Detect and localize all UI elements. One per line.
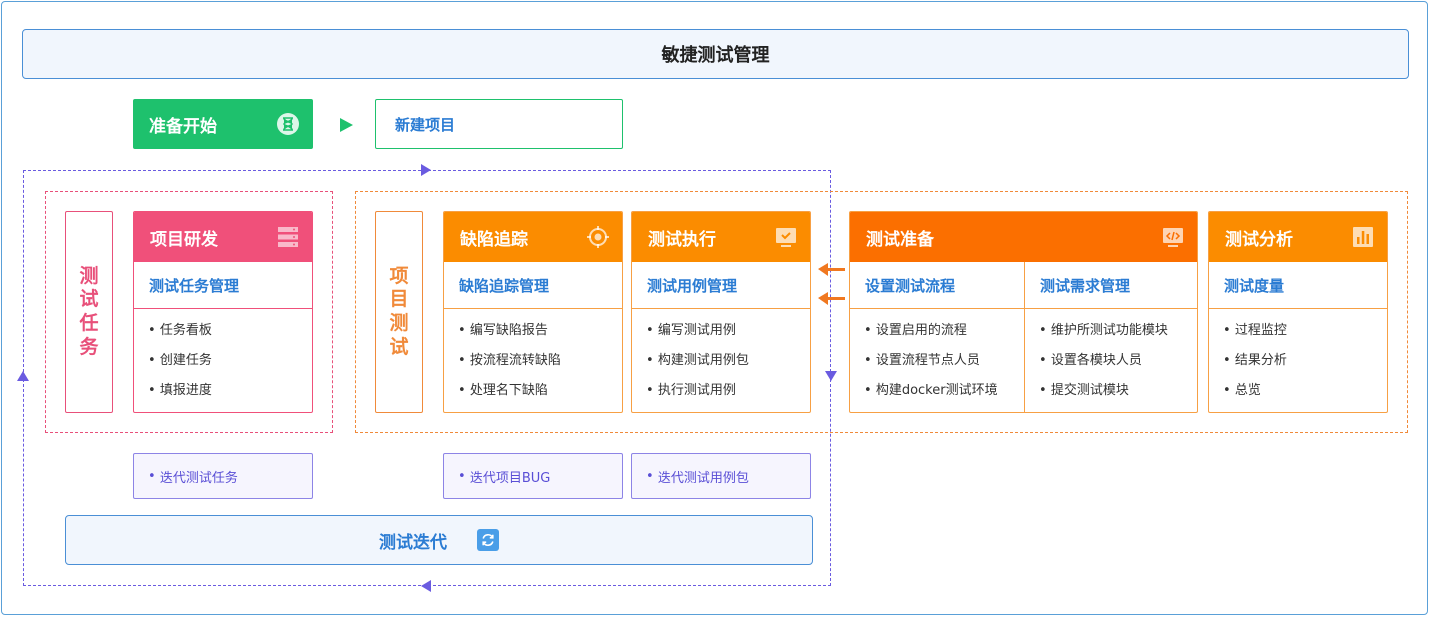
defect-card-subtitle[interactable]: 缺陷追踪管理 xyxy=(444,262,622,309)
prep-card: 测试准备 设置测试流程 设置启用的流程 设置流程节点人员 构建docker测试环… xyxy=(849,211,1198,413)
dev-vlabel-char: 任 xyxy=(79,312,99,334)
test-vlabel-char: 测 xyxy=(389,312,409,334)
loop-arrow-left-icon xyxy=(421,580,431,592)
dev-card-list: 任务看板 创建任务 填报进度 xyxy=(134,309,312,411)
analysis-card-list: 过程监控 结果分析 总览 xyxy=(1209,309,1387,411)
iteration-case-pack-chip[interactable]: 迭代测试用例包 xyxy=(631,453,811,499)
list-item: 设置流程节点人员 xyxy=(864,351,1024,381)
dev-card-subtitle[interactable]: 测试任务管理 xyxy=(134,262,312,309)
defect-card-title: 缺陷追踪 xyxy=(460,229,528,250)
list-item: 创建任务 xyxy=(148,351,312,381)
list-item: 执行测试用例 xyxy=(646,381,810,411)
bar-chart-icon xyxy=(1351,225,1375,249)
orange-arrow-left-icon xyxy=(818,292,845,305)
dev-card: 项目研发 测试任务管理 任务看板 创建任务 填报进度 xyxy=(133,211,313,413)
dev-vlabel-char: 务 xyxy=(79,335,99,358)
analysis-card-title: 测试分析 xyxy=(1225,229,1293,250)
prep-card-header[interactable]: 测试准备 xyxy=(850,212,1197,262)
list-item: 编写测试用例 xyxy=(646,321,810,351)
list-item: 按流程流转缺陷 xyxy=(458,351,622,381)
orange-arrow-left-icon xyxy=(818,263,845,276)
prep-subtitle-process[interactable]: 设置测试流程 xyxy=(850,262,1024,309)
prep-list-requirements: 维护所测试功能模块 设置各模块人员 提交测试模块 xyxy=(1025,309,1197,411)
test-iteration-label: 测试迭代 xyxy=(379,532,447,553)
list-item: 填报进度 xyxy=(148,381,312,411)
list-item: 过程监控 xyxy=(1223,321,1387,351)
list-item: 结果分析 xyxy=(1223,351,1387,381)
list-item: 构建docker测试环境 xyxy=(864,381,1024,411)
list-item: 处理名下缺陷 xyxy=(458,381,622,411)
dev-vlabel-char: 试 xyxy=(79,288,99,311)
prep-column: 测试需求管理 维护所测试功能模块 设置各模块人员 提交测试模块 xyxy=(1025,262,1197,412)
test-vlabel-char: 项 xyxy=(389,264,409,287)
list-item: 提交测试模块 xyxy=(1039,381,1197,411)
target-icon xyxy=(586,225,610,249)
test-vlabel-char: 目 xyxy=(389,288,409,311)
execution-card-list: 编写测试用例 构建测试用例包 执行测试用例 xyxy=(632,309,810,411)
defect-card-header[interactable]: 缺陷追踪 xyxy=(444,212,622,262)
list-item: 编写缺陷报告 xyxy=(458,321,622,351)
execution-card-header[interactable]: 测试执行 xyxy=(632,212,810,262)
test-iteration-bar[interactable]: 测试迭代 xyxy=(65,515,813,565)
execution-card: 测试执行 测试用例管理 编写测试用例 构建测试用例包 执行测试用例 xyxy=(631,211,811,413)
dev-vlabel-char: 测 xyxy=(79,264,99,287)
code-icon xyxy=(1161,225,1185,249)
prep-subtitle-requirements[interactable]: 测试需求管理 xyxy=(1025,262,1197,309)
dev-card-header[interactable]: 项目研发 xyxy=(134,212,312,262)
list-item: 总览 xyxy=(1223,381,1387,411)
loop-arrow-up-icon xyxy=(17,371,29,381)
monitor-check-icon xyxy=(774,225,798,249)
list-item: 构建测试用例包 xyxy=(646,351,810,381)
list-item: 维护所测试功能模块 xyxy=(1039,321,1197,351)
play-arrow-icon xyxy=(340,118,353,132)
new-project-button[interactable]: 新建项目 xyxy=(375,99,623,149)
test-vlabel-char: 试 xyxy=(389,335,409,358)
defect-card-list: 编写缺陷报告 按流程流转缺陷 处理名下缺陷 xyxy=(444,309,622,411)
execution-card-subtitle[interactable]: 测试用例管理 xyxy=(632,262,810,309)
defect-card: 缺陷追踪 缺陷追踪管理 编写缺陷报告 按流程流转缺陷 处理名下缺陷 xyxy=(443,211,623,413)
prep-list-process: 设置启用的流程 设置流程节点人员 构建docker测试环境 xyxy=(850,309,1024,411)
iteration-task-chip[interactable]: 迭代测试任务 xyxy=(133,453,313,499)
execution-card-title: 测试执行 xyxy=(648,229,716,250)
dev-vertical-label: 测 试 任 务 xyxy=(65,211,113,413)
list-item: 设置启用的流程 xyxy=(864,321,1024,351)
analysis-card-header[interactable]: 测试分析 xyxy=(1209,212,1387,262)
start-label: 准备开始 xyxy=(149,116,217,137)
dev-card-title: 项目研发 xyxy=(150,229,218,250)
page-title: 敏捷测试管理 xyxy=(22,29,1409,79)
hourglass-icon xyxy=(277,113,299,135)
list-item: 任务看板 xyxy=(148,321,312,351)
analysis-card: 测试分析 测试度量 过程监控 结果分析 总览 xyxy=(1208,211,1388,413)
server-icon xyxy=(276,225,300,249)
prep-card-title: 测试准备 xyxy=(866,229,934,250)
iteration-bug-chip[interactable]: 迭代项目BUG xyxy=(443,453,623,499)
loop-arrow-right-icon xyxy=(421,164,431,176)
prep-column: 设置测试流程 设置启用的流程 设置流程节点人员 构建docker测试环境 xyxy=(850,262,1025,412)
analysis-card-subtitle[interactable]: 测试度量 xyxy=(1209,262,1387,309)
start-button[interactable]: 准备开始 xyxy=(133,99,313,149)
list-item: 设置各模块人员 xyxy=(1039,351,1197,381)
test-vertical-label: 项 目 测 试 xyxy=(375,211,423,413)
refresh-icon xyxy=(477,529,499,551)
